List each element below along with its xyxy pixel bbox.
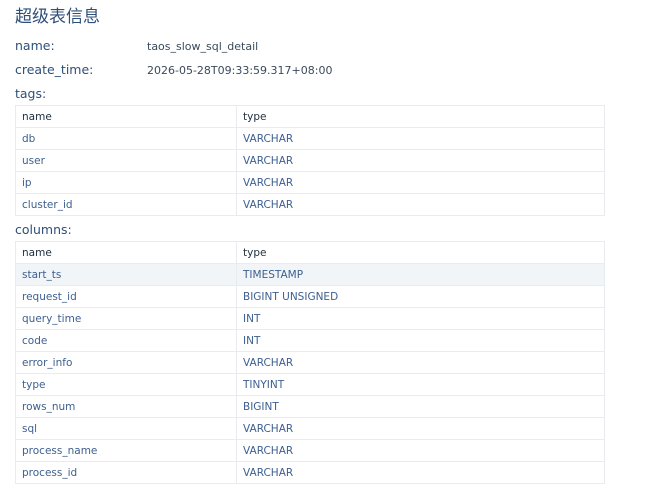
column-name-cell: code (15, 329, 237, 352)
column-type-cell: BIGINT (236, 395, 605, 418)
table-row: db VARCHAR (15, 127, 605, 150)
column-name-cell: rows_num (15, 395, 237, 418)
tag-type-cell: VARCHAR (236, 171, 605, 194)
column-name-cell: process_name (15, 439, 237, 462)
column-type-cell: VARCHAR (236, 351, 605, 374)
table-row: error_info VARCHAR (15, 351, 605, 374)
column-name-cell: start_ts (15, 263, 237, 286)
columns-table-header-row: name type (15, 241, 605, 264)
tag-type-cell: VARCHAR (236, 127, 605, 150)
name-label: name: (15, 38, 55, 53)
name-row: name: taos_slow_sql_detail (15, 38, 258, 55)
tags-header-type: type (236, 105, 605, 128)
table-row: start_ts TIMESTAMP (15, 263, 605, 286)
column-type-cell: INT (236, 307, 605, 330)
table-row: process_name VARCHAR (15, 439, 605, 462)
column-type-cell: VARCHAR (236, 417, 605, 440)
tag-name-cell: user (15, 149, 237, 172)
columns-label: columns: (15, 222, 72, 237)
column-name-cell: query_time (15, 307, 237, 330)
table-row: user VARCHAR (15, 149, 605, 172)
create-time-row: create_time: 2026-05-28T09:33:59.317+08:0… (15, 62, 332, 79)
column-name-cell: error_info (15, 351, 237, 374)
create-time-value: 2026-05-28T09:33:59.317+08:00 (147, 64, 333, 77)
column-type-cell: VARCHAR (236, 461, 605, 484)
tag-name-cell: db (15, 127, 237, 150)
table-row: sql VARCHAR (15, 417, 605, 440)
tag-name-cell: cluster_id (15, 193, 237, 216)
column-type-cell: TIMESTAMP (236, 263, 605, 286)
column-type-cell: VARCHAR (236, 439, 605, 462)
column-name-cell: type (15, 373, 237, 396)
table-row: code INT (15, 329, 605, 352)
columns-header-name: name (15, 241, 237, 264)
column-name-cell: request_id (15, 285, 237, 308)
column-type-cell: INT (236, 329, 605, 352)
tags-table-header-row: name type (15, 105, 605, 128)
table-row: ip VARCHAR (15, 171, 605, 194)
tags-table: name type db VARCHAR user VARCHAR ip VAR… (15, 105, 605, 216)
column-name-cell: process_id (15, 461, 237, 484)
column-type-cell: BIGINT UNSIGNED (236, 285, 605, 308)
create-time-label: create_time: (15, 62, 94, 77)
tag-type-cell: VARCHAR (236, 193, 605, 216)
column-type-cell: TINYINT (236, 373, 605, 396)
tags-label: tags: (15, 86, 47, 101)
column-name-cell: sql (15, 417, 237, 440)
table-row: request_id BIGINT UNSIGNED (15, 285, 605, 308)
page-title: 超级表信息 (15, 7, 100, 27)
table-row: type TINYINT (15, 373, 605, 396)
tag-type-cell: VARCHAR (236, 149, 605, 172)
table-row: query_time INT (15, 307, 605, 330)
tags-header-name: name (15, 105, 237, 128)
columns-table: name type start_ts TIMESTAMP request_id … (15, 241, 605, 484)
table-row: rows_num BIGINT (15, 395, 605, 418)
columns-header-type: type (236, 241, 605, 264)
tag-name-cell: ip (15, 171, 237, 194)
table-row: process_id VARCHAR (15, 461, 605, 484)
table-row: cluster_id VARCHAR (15, 193, 605, 216)
name-value: taos_slow_sql_detail (147, 40, 259, 53)
